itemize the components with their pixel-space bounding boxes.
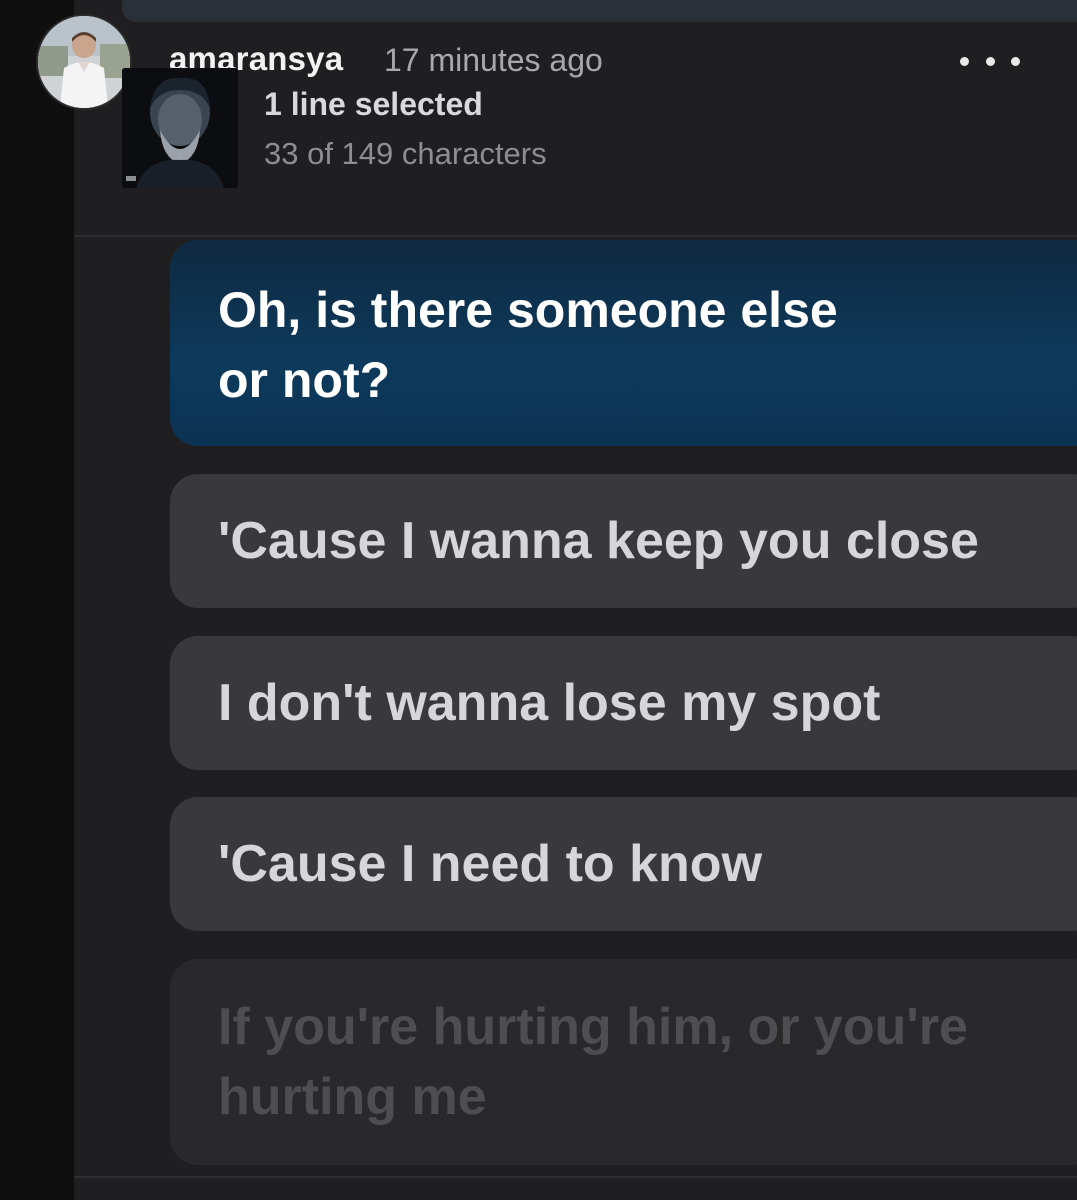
lyric-text: 'Cause I wanna keep you close — [218, 512, 979, 570]
avatar-photo-icon — [38, 16, 130, 108]
more-options-button[interactable] — [960, 46, 1020, 76]
divider — [74, 1176, 1077, 1178]
lyric-line[interactable]: 'Cause I need to know — [170, 797, 1077, 931]
album-cover-icon — [122, 68, 238, 188]
avatar[interactable] — [36, 14, 132, 110]
panel-top-edge — [122, 0, 1077, 22]
ellipsis-icon — [985, 56, 995, 66]
lyric-text: Oh, is there someone else or not? — [218, 282, 838, 408]
divider — [74, 235, 1077, 237]
lyric-text: I don't wanna lose my spot — [218, 674, 881, 732]
lyric-line-selected[interactable]: Oh, is there someone else or not? — [170, 240, 1077, 446]
ellipsis-icon — [1011, 56, 1020, 66]
lyric-line[interactable]: I don't wanna lose my spot — [170, 636, 1077, 770]
lyric-line-disabled: If you're hurting him, or you're hurting… — [170, 959, 1077, 1165]
left-background — [0, 0, 74, 1200]
screen: amaransya 17 minutes ago 1 line selected… — [0, 0, 1077, 1200]
album-art — [122, 68, 238, 188]
lyric-text: If you're hurting him, or you're hurting… — [218, 998, 968, 1126]
ellipsis-icon — [960, 56, 969, 66]
lyric-line[interactable]: 'Cause I wanna keep you close — [170, 474, 1077, 608]
character-count: 33 of 149 characters — [264, 136, 547, 171]
lyric-text: 'Cause I need to know — [218, 835, 763, 893]
selection-title: 1 line selected — [264, 86, 483, 122]
post-timestamp: 17 minutes ago — [384, 42, 603, 78]
